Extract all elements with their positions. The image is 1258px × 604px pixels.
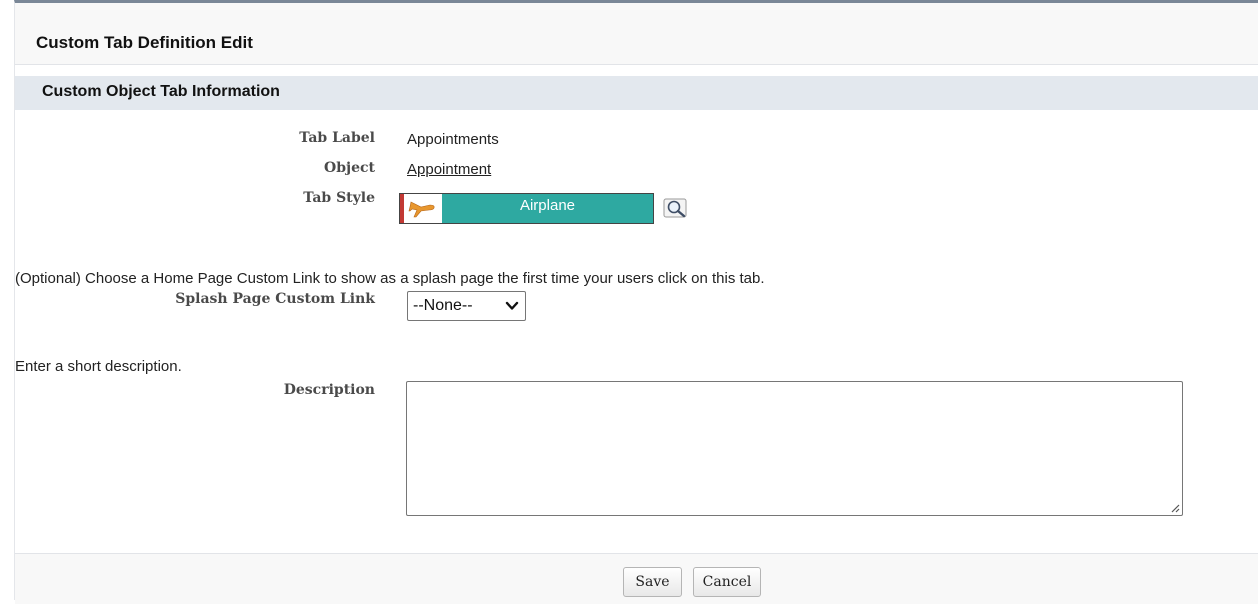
- page-title: Custom Tab Definition Edit: [36, 33, 253, 52]
- edit-panel: Custom Tab Definition Edit Custom Object…: [14, 0, 1258, 604]
- splash-hint: (Optional) Choose a Home Page Custom Lin…: [15, 270, 765, 287]
- object-link[interactable]: Appointment: [407, 161, 491, 178]
- tab-label-value: Appointments: [407, 131, 499, 148]
- chevron-down-icon: [505, 301, 519, 310]
- tab-style-row: Tab Style: [15, 190, 375, 210]
- tab-style-name: Airplane: [442, 194, 653, 223]
- airplane-icon: [404, 194, 442, 223]
- splash-link-select[interactable]: --None--: [407, 291, 526, 321]
- object-label: Object: [324, 160, 375, 176]
- save-button[interactable]: Save: [623, 567, 682, 597]
- tab-style-label: Tab Style: [303, 190, 375, 206]
- lookup-icon[interactable]: [663, 196, 691, 220]
- description-label: Description: [283, 382, 375, 398]
- description-row: Description: [15, 382, 375, 402]
- splash-row: Splash Page Custom Link: [15, 291, 375, 311]
- section-title: Custom Object Tab Information: [42, 83, 280, 100]
- resize-grip-icon[interactable]: [1170, 503, 1180, 513]
- object-row: Object: [15, 160, 375, 180]
- cancel-button[interactable]: Cancel: [693, 567, 761, 597]
- tab-style-preview: Airplane: [399, 193, 654, 224]
- splash-selected-value: --None--: [413, 297, 473, 314]
- tab-label-label: Tab Label: [299, 130, 375, 146]
- tab-label-row: Tab Label: [15, 130, 375, 150]
- description-textarea[interactable]: [406, 381, 1183, 516]
- splash-label: Splash Page Custom Link: [175, 291, 375, 307]
- description-hint: Enter a short description.: [15, 358, 182, 375]
